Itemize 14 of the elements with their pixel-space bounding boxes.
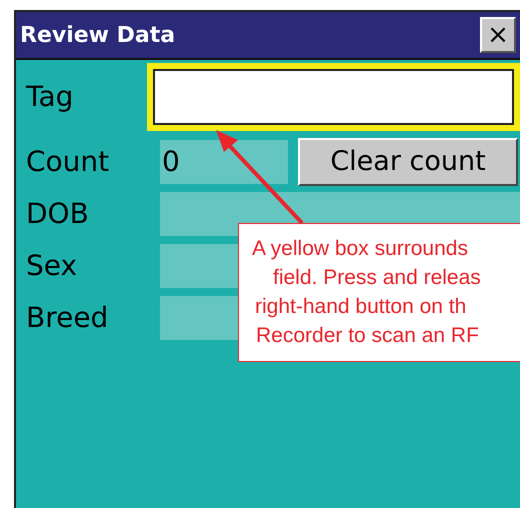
- tag-field[interactable]: [147, 63, 520, 131]
- callout-text: A yellow box surrounds: [251, 236, 469, 262]
- clear-count-button[interactable]: Clear count: [298, 138, 518, 186]
- close-button[interactable]: ×: [480, 17, 516, 53]
- field-label: Breed: [25, 300, 110, 336]
- callout-text: field. Press and releas: [272, 265, 482, 291]
- window-title: Review Data: [20, 22, 176, 50]
- field-label: DOB: [25, 196, 90, 232]
- field-label: Sex: [25, 248, 78, 284]
- field-label: Tag: [24, 79, 74, 115]
- field-label: Count: [25, 144, 110, 180]
- callout-text: right-hand button on th: [254, 294, 468, 320]
- count-field: 0: [160, 140, 288, 184]
- callout-text: Recorder to scan an RF: [255, 323, 480, 349]
